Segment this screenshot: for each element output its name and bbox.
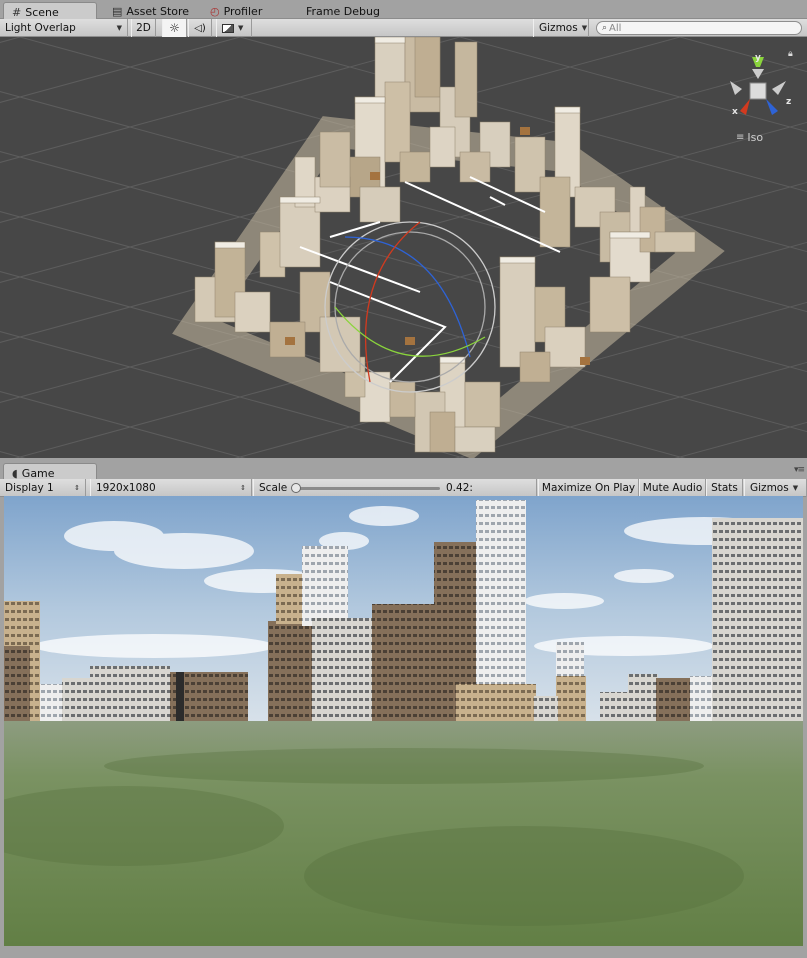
profiler-icon: ◴ <box>210 5 220 18</box>
grid-icon: # <box>12 5 22 19</box>
scene-audio-button[interactable]: ◁) <box>188 19 212 37</box>
pacman-icon: ◖ <box>12 466 18 480</box>
tab-frame-debug-label: Frame Debug <box>306 5 380 18</box>
mute-audio-toggle[interactable]: Mute Audio <box>639 479 706 497</box>
updown-arrow-icon: ⇕ <box>240 484 246 492</box>
store-icon: ▤ <box>112 5 123 18</box>
scene-toolbar: Light Overlap ▼ 2D ☼ ◁) ▼ Gizmos ▼ ⌕ All <box>0 19 807 37</box>
menu-lines-icon: ≡ <box>736 132 745 143</box>
dropdown-arrow-icon: ▼ <box>792 484 799 492</box>
scene-tab-strip: # Scene ▤ Asset Store ◴ Profiler Frame D… <box>0 0 807 19</box>
scene-search-placeholder: All <box>609 22 622 34</box>
2d-toggle-label: 2D <box>136 22 151 34</box>
scene-viewport[interactable]: y x z ≡ Iso 🔒︎ <box>0 37 807 458</box>
city-block-model <box>172 37 725 458</box>
tab-scene[interactable]: # Scene <box>3 2 97 19</box>
tab-profiler-label: Profiler <box>223 5 263 18</box>
tab-frame-debug[interactable]: Frame Debug <box>298 2 388 19</box>
scene-gizmos-dropdown[interactable]: Gizmos ▼ <box>533 19 589 37</box>
resolution-dropdown[interactable]: 1920x1080 ⇕ <box>90 479 252 497</box>
orientation-gizmo[interactable] <box>730 57 786 115</box>
projection-label: Iso <box>747 131 764 144</box>
tab-scene-label: Scene <box>25 5 59 19</box>
scene-lighting-button[interactable]: ☼ <box>162 19 187 37</box>
maximize-on-play-label: Maximize On Play <box>541 482 636 494</box>
2d-toggle-button[interactable]: 2D <box>131 19 156 37</box>
search-icon: ⌕ <box>602 23 608 33</box>
tab-profiler[interactable]: ◴ Profiler <box>202 2 270 19</box>
stats-label: Stats <box>711 482 738 494</box>
image-icon <box>222 23 234 33</box>
game-tab-strip: ◖ Game ▾≡ <box>0 461 807 480</box>
display-label: Display 1 <box>5 482 54 494</box>
projection-toggle[interactable]: ≡ Iso <box>736 131 763 144</box>
scale-value: 0.42: <box>446 482 473 494</box>
stats-toggle[interactable]: Stats <box>706 479 743 497</box>
panel-menu-icon[interactable]: ▾≡ <box>794 465 805 475</box>
scene-canvas[interactable] <box>0 37 807 458</box>
tab-asset-store[interactable]: ▤ Asset Store <box>104 2 197 19</box>
tab-game-label: Game <box>21 466 55 480</box>
tab-game[interactable]: ◖ Game <box>3 463 97 480</box>
game-gizmos-dropdown[interactable]: Gizmos ▼ <box>744 479 807 497</box>
game-viewport[interactable] <box>4 496 803 946</box>
tab-asset-store-label: Asset Store <box>126 5 190 18</box>
sun-icon: ☼ <box>169 21 180 35</box>
scene-gizmos-label: Gizmos <box>539 22 578 34</box>
draw-mode-dropdown[interactable]: Light Overlap ▼ <box>0 19 128 37</box>
updown-arrow-icon: ⇕ <box>74 484 80 492</box>
scale-slider-track[interactable] <box>292 487 440 490</box>
gizmo-z-label: z <box>786 97 792 107</box>
lock-icon[interactable]: 🔒︎ <box>788 49 793 59</box>
game-render <box>4 496 803 946</box>
dropdown-arrow-icon: ▼ <box>116 24 122 32</box>
scene-search-input[interactable]: ⌕ All <box>596 21 802 35</box>
scene-effects-dropdown[interactable]: ▼ <box>216 19 252 37</box>
game-toolbar: Display 1 ⇕ 1920x1080 ⇕ Scale 0.42: Maxi… <box>0 479 807 497</box>
mute-audio-label: Mute Audio <box>642 482 703 494</box>
display-dropdown[interactable]: Display 1 ⇕ <box>0 479 86 497</box>
speaker-icon: ◁) <box>194 22 206 34</box>
maximize-on-play-toggle[interactable]: Maximize On Play <box>538 479 639 497</box>
scale-label: Scale <box>259 482 288 494</box>
dropdown-arrow-icon: ▼ <box>581 24 588 32</box>
draw-mode-label: Light Overlap <box>5 22 76 34</box>
dropdown-arrow-icon: ▼ <box>238 24 244 32</box>
resolution-label: 1920x1080 <box>96 482 156 494</box>
game-gizmos-label: Gizmos <box>750 482 789 494</box>
gizmo-x-label: x <box>732 107 738 117</box>
bottom-status-bar <box>0 946 807 958</box>
gizmo-y-label: y <box>755 53 761 63</box>
